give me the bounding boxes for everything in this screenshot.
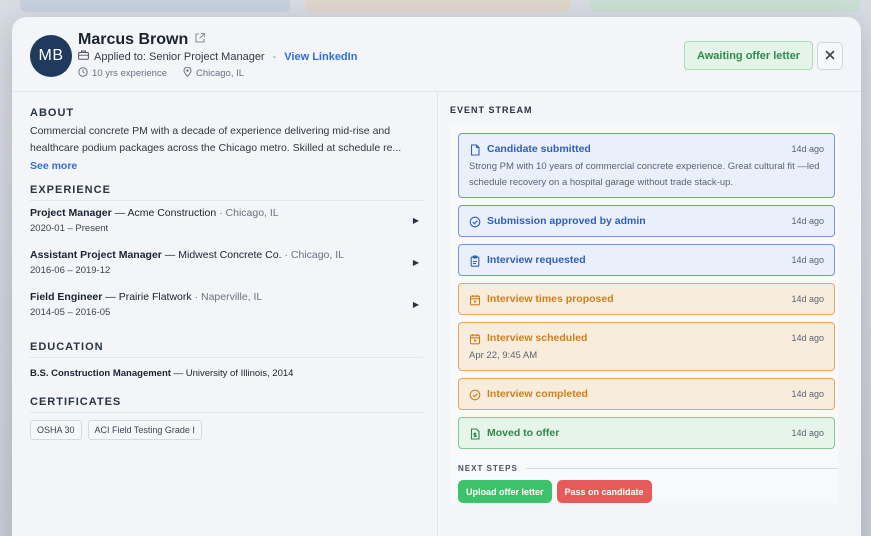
event-time: 14d ago — [791, 428, 824, 438]
clock-icon — [78, 67, 88, 80]
education-heading: EDUCATION — [30, 341, 423, 358]
expand-arrow-icon[interactable]: ▶ — [413, 300, 419, 309]
candidate-modal: MB Marcus Brown Applied to: Senior Proje… — [12, 17, 861, 536]
experience-item[interactable]: Assistant Project Manager — Midwest Conc… — [30, 249, 423, 285]
upload-offer-letter-button[interactable]: Upload offer letter — [458, 480, 552, 503]
name-row: Marcus Brown — [78, 31, 206, 49]
applied-row: Applied to: Senior Project Manager - Vie… — [78, 50, 357, 63]
experience-title: Assistant Project Manager — Midwest Conc… — [30, 249, 344, 261]
experience-dates: 2020-01 – Present — [30, 223, 109, 234]
event-time: 14d ago — [791, 144, 824, 154]
about-heading: ABOUT — [30, 107, 75, 119]
column-divider — [437, 92, 438, 536]
experience-years: 10 yrs experience — [92, 68, 167, 79]
next-steps-actions: Upload offer letter Pass on candidate — [458, 480, 838, 503]
experience-company: Midwest Concrete Co. — [178, 249, 282, 261]
event-stream-heading: EVENT STREAM — [450, 105, 533, 115]
certificates-list: OSHA 30 ACI Field Testing Grade I — [30, 420, 423, 440]
event-time: 14d ago — [791, 389, 824, 399]
experience-dates: 2016-06 – 2019-12 — [30, 265, 111, 276]
meta-row: 10 yrs experience Chicago, IL — [78, 66, 245, 80]
experience-location: Naperville, IL — [200, 291, 263, 303]
event-time: 14d ago — [791, 333, 824, 343]
backdrop-strip — [305, 0, 570, 12]
certificates-heading: CERTIFICATES — [30, 396, 423, 413]
location-pin-icon — [183, 66, 192, 80]
event-card[interactable]: Candidate submitted 14d ago Strong PM with… — [458, 133, 835, 198]
experience-location: Chicago, IL — [290, 249, 344, 261]
event-list: Candidate submitted 14d ago Strong PM with… — [458, 133, 838, 449]
school: University of Illinois, 2014 — [185, 368, 294, 379]
experience-company: Acme Construction — [127, 207, 217, 219]
expand-arrow-icon[interactable]: ▶ — [413, 258, 419, 267]
see-more-link[interactable]: See more — [30, 160, 77, 172]
candidate-header: MB Marcus Brown Applied to: Senior Proje… — [12, 17, 861, 92]
profile-column: ABOUT Commercial concrete PM with a deca… — [30, 107, 423, 440]
education-entry: B.S. Construction Management — Universit… — [30, 368, 294, 379]
event-description: Apr 22, 9:45 AM — [469, 350, 538, 361]
event-description: Strong PM with 10 years of commercial co… — [469, 161, 820, 188]
event-time: 14d ago — [791, 294, 824, 304]
experience-title: Project Manager — Acme Construction · Ch… — [30, 207, 279, 219]
candidate-location: Chicago, IL — [195, 68, 245, 79]
backdrop-strip — [20, 0, 290, 12]
event-stream-column: EVENT STREAM Candidate submitted 14d ago S… — [450, 105, 838, 503]
experience-role: Assistant Project Manager — [30, 249, 162, 261]
about-text: Commercial concrete PM with a decade of … — [30, 125, 402, 154]
event-time: 14d ago — [791, 255, 824, 265]
event-title: Submission approved by admin — [487, 215, 646, 227]
next-steps-heading: NEXT STEPS — [458, 464, 838, 473]
experience-heading: EXPERIENCE — [30, 184, 423, 201]
certificate-chip: ACI Field Testing Grade I — [87, 420, 202, 440]
event-title: Moved to offer — [487, 427, 560, 439]
degree: B.S. Construction Management — [30, 368, 171, 379]
close-icon — [825, 47, 835, 65]
next-steps-label: NEXT STEPS — [458, 464, 518, 473]
event-stream: Candidate submitted 14d ago Strong PM with… — [450, 125, 838, 503]
experience-role: Field Engineer — [30, 291, 103, 303]
experience-item[interactable]: Field Engineer — Prairie Flatwork · Nape… — [30, 291, 423, 327]
event-title: Interview requested — [487, 254, 586, 266]
event-card[interactable]: Interview requested 14d ago — [458, 244, 835, 276]
applied-position: Applied to: Senior Project Manager — [94, 50, 265, 63]
separator: - — [272, 50, 277, 63]
status-badge: Awaiting offer letter — [684, 41, 814, 70]
experience-item[interactable]: Project Manager — Acme Construction · Ch… — [30, 207, 423, 243]
close-button[interactable] — [817, 42, 843, 70]
event-title: Interview completed — [487, 388, 588, 400]
pass-on-candidate-button[interactable]: Pass on candidate — [556, 480, 652, 503]
experience-dates: 2014-05 – 2016-05 — [30, 307, 111, 318]
backdrop-strip — [590, 0, 860, 12]
event-card[interactable]: Interview scheduled 14d ago Apr 22, 9:45 A… — [458, 322, 835, 371]
event-title: Interview times proposed — [487, 293, 614, 305]
external-link-icon[interactable] — [194, 31, 206, 49]
experience-location: Chicago, IL — [225, 207, 279, 219]
view-linkedin-link[interactable]: View LinkedIn — [284, 51, 357, 63]
experience-role: Project Manager — [30, 207, 112, 219]
avatar: MB — [30, 35, 72, 77]
candidate-name: Marcus Brown — [78, 31, 189, 48]
experience-company: Prairie Flatwork — [118, 291, 192, 303]
briefcase-icon — [78, 50, 89, 63]
event-card[interactable]: Submission approved by admin 14d ago — [458, 205, 835, 237]
certificate-chip: OSHA 30 — [30, 420, 82, 440]
event-card[interactable]: Interview times proposed 14d ago — [458, 283, 835, 315]
event-card[interactable]: Interview completed 14d ago — [458, 378, 835, 410]
event-card[interactable]: Moved to offer 14d ago — [458, 417, 835, 449]
expand-arrow-icon[interactable]: ▶ — [413, 216, 419, 225]
event-time: 14d ago — [791, 216, 824, 226]
experience-title: Field Engineer — Prairie Flatwork · Nape… — [30, 291, 263, 303]
experience-list: Project Manager — Acme Construction · Ch… — [30, 207, 423, 327]
